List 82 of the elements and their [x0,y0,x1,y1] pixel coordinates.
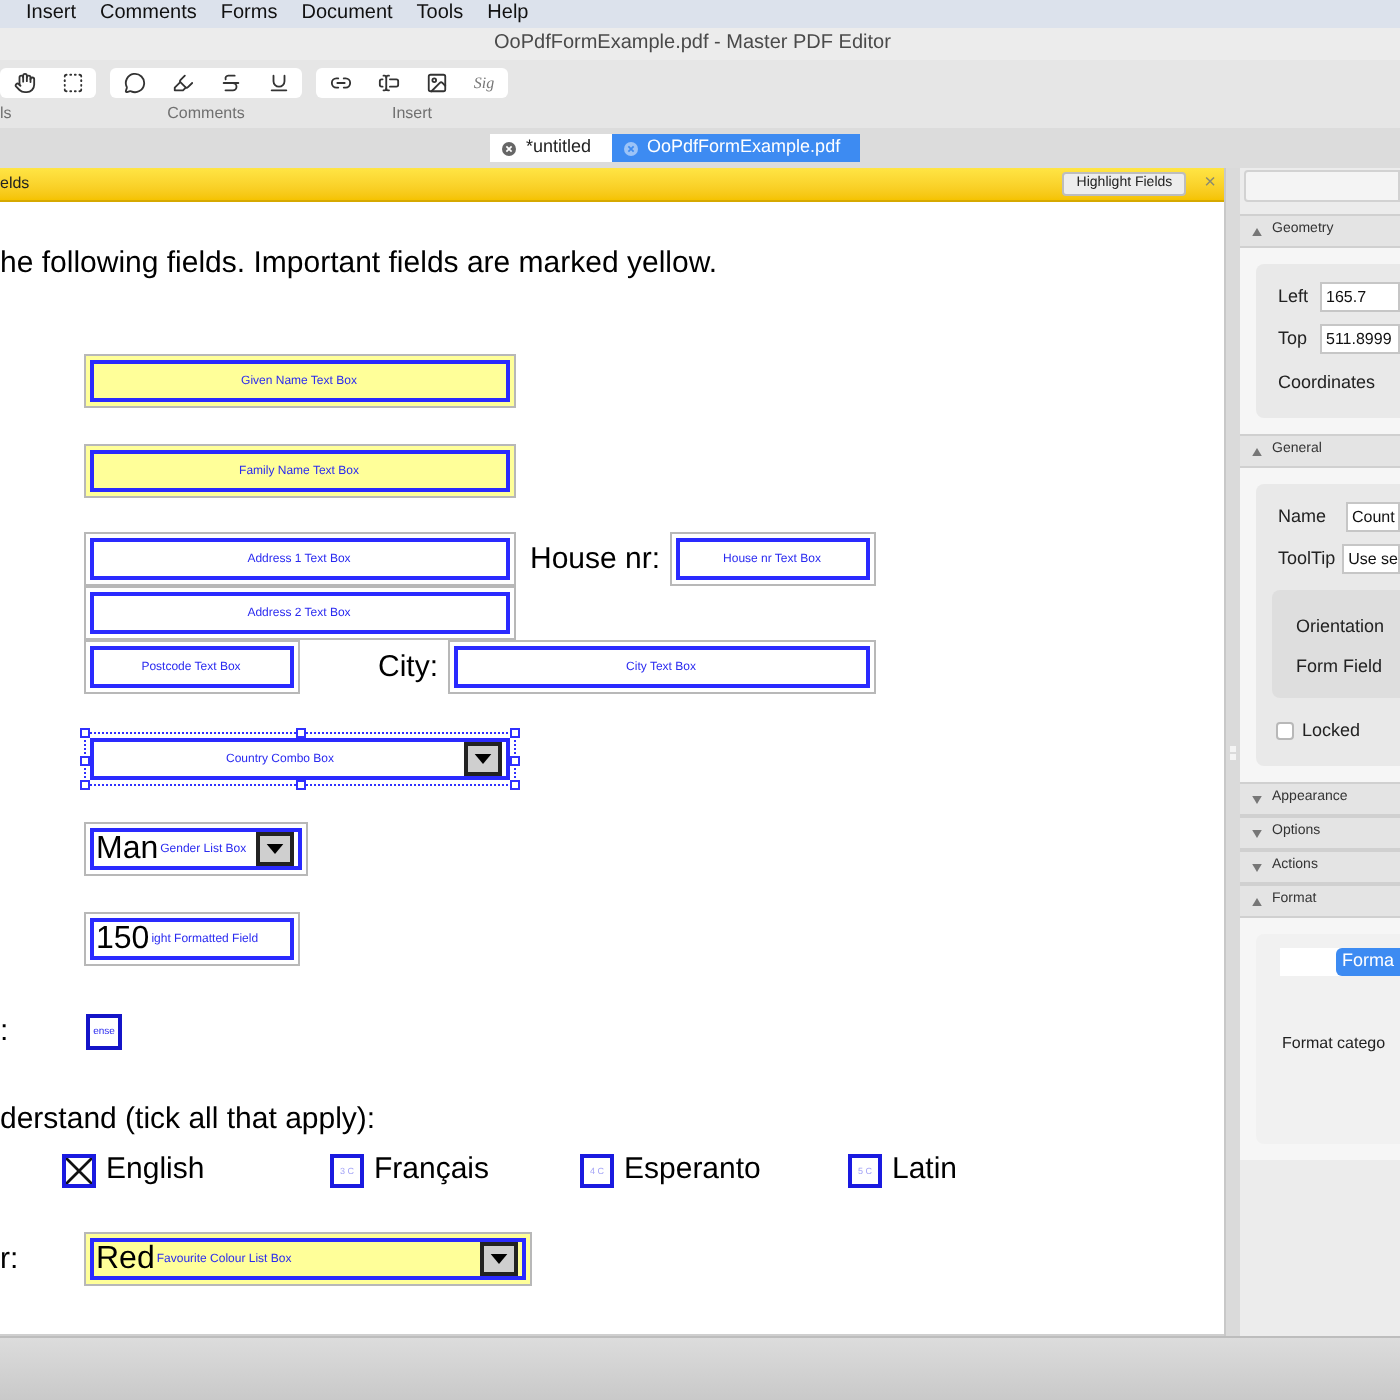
checkbox[interactable] [62,1153,96,1187]
resize-handle[interactable] [510,755,520,765]
toolbar-group-label: Insert [389,104,434,124]
close-icon [623,141,638,155]
checkbox-label: Latin [892,1152,958,1188]
checkbox-label: Esperanto [624,1152,761,1188]
menu-item[interactable]: Document [301,0,393,28]
form-label: : [0,1014,9,1048]
hand-icon [13,72,35,94]
close-icon [502,141,516,155]
caret-up-icon [1252,227,1262,235]
checkbox[interactable] [330,1153,364,1187]
form-label: City: [378,649,438,683]
resize-handle[interactable] [80,728,90,738]
dashed-square-icon [61,72,83,94]
form-label: derstand (tick all that apply): [0,1102,376,1136]
field-label: Left [1278,283,1311,310]
caret-up-icon [1252,447,1262,455]
caret-down-icon [1252,829,1262,837]
field-label: Name [1278,503,1329,530]
text-field-icon [377,72,399,94]
strikethrough-icon [219,72,241,94]
checkbox[interactable] [1276,721,1294,739]
signature-tool-button[interactable]: Sig [460,68,508,98]
resize-handle[interactable] [510,780,520,790]
caret-up-icon [1252,897,1262,905]
input-field[interactable]: 511.8999 [1320,324,1400,354]
field-label: Top [1278,325,1310,352]
field-value: Man [96,831,159,867]
section-note: Format catego [1280,1032,1388,1056]
checkbox[interactable] [848,1153,882,1187]
image-icon [425,72,447,94]
check-box-field[interactable] [86,1014,122,1050]
cross-icon [66,1157,92,1183]
select-tool-button[interactable] [48,68,96,98]
section-note: Coordinates [1278,370,1378,394]
dropdown-button[interactable] [480,1242,518,1276]
checkbox[interactable] [580,1153,614,1187]
group-label: Form Field [1296,654,1385,678]
toolbar-group-label: ls [0,104,14,124]
checkbox-label: English [106,1152,205,1188]
toolbar-group-label: Comments [165,104,247,124]
underline-tool-button[interactable] [254,68,302,98]
caret-down-icon [1252,795,1262,803]
highlighter-icon [171,72,193,94]
field-value: 150 [96,921,150,957]
checkbox-label: Français [374,1152,490,1188]
resize-handle[interactable] [80,755,90,765]
underline-icon [267,72,289,94]
caret-down-icon [1252,863,1262,871]
link-tool-button[interactable] [316,68,364,98]
field-value: Red [96,1241,155,1277]
resize-handle[interactable] [510,728,520,738]
document-tab[interactable]: *untitled [490,134,612,162]
menu-item[interactable]: Help [487,0,529,28]
menu-item[interactable]: Tools [416,0,464,28]
menu-item[interactable]: Comments [100,0,197,28]
resize-handle[interactable] [296,728,306,738]
dropdown-button[interactable] [464,742,502,776]
form-label: House nr: [530,541,661,575]
checkbox-label: Locked [1302,718,1361,742]
menu-item[interactable]: Insert [26,0,77,28]
caret-down-icon [266,844,284,854]
input-field[interactable]: 165.7 [1320,282,1400,312]
form-label: r: [0,1241,19,1275]
group-label: Orientation [1296,614,1387,638]
dropdown-button[interactable] [256,832,294,866]
instruction-text: he following fields. Important fields are marked yellow. [0,246,720,282]
comment-tool-button[interactable] [110,68,158,98]
input-field[interactable]: Use se [1342,544,1400,574]
caret-down-icon [474,754,492,764]
speech-bubble-icon [123,72,145,94]
window-title: OoPdfFormExample.pdf - Master PDF Editor [494,30,891,58]
caret-down-icon [490,1254,508,1264]
resize-handle[interactable] [296,780,306,790]
hand-tool-button[interactable] [0,68,48,98]
link-icon [329,72,351,94]
menu-item[interactable]: Forms [220,0,278,28]
resize-handle[interactable] [80,780,90,790]
input-field[interactable]: Count [1346,502,1400,532]
notice-text: elds [0,174,30,194]
field-label: ToolTip [1278,545,1338,572]
